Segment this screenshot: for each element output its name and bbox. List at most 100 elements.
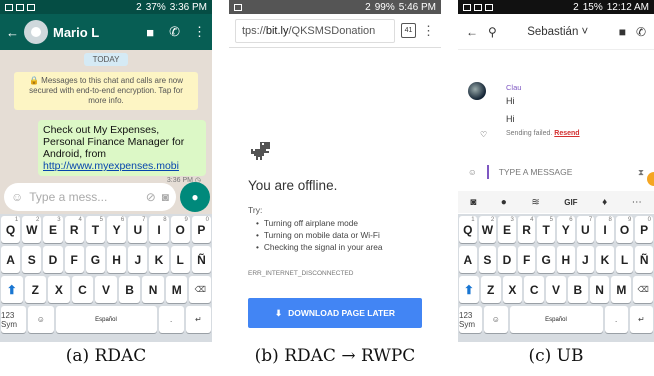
camera-icon[interactable]: ◙ (162, 190, 169, 204)
download-later-button[interactable]: ⬇ DOWNLOAD PAGE LATER (248, 298, 422, 328)
mic-button[interactable]: ● (180, 182, 210, 212)
key-h[interactable]: H (107, 246, 127, 273)
key-ñ[interactable]: Ñ (191, 246, 212, 273)
back-arrow-icon[interactable]: ← (466, 25, 478, 39)
key-q[interactable]: Q1 (0, 216, 21, 243)
key-r[interactable]: R4 (64, 216, 84, 243)
key-x[interactable]: X (48, 276, 70, 303)
search-icon[interactable]: ⚲ (488, 25, 497, 39)
back-arrow-icon[interactable]: ← (6, 25, 19, 40)
key-v[interactable]: V (546, 276, 566, 303)
key-p[interactable]: P0 (191, 216, 212, 243)
key-q[interactable]: Q1 (459, 216, 477, 243)
resend-link[interactable]: Resend (554, 130, 579, 137)
key-b[interactable]: B (118, 276, 141, 303)
key-s[interactable]: S (22, 246, 42, 273)
camera-icon[interactable]: ◙ (470, 197, 476, 208)
backspace-key[interactable]: ⌫ (633, 276, 654, 303)
space-key[interactable]: Español (509, 306, 603, 333)
key-c[interactable]: C (71, 276, 94, 303)
key-n[interactable]: N (142, 276, 164, 303)
emoji-icon[interactable]: ☺ (468, 167, 477, 177)
key-i[interactable]: I8 (596, 216, 614, 243)
overflow-menu-icon[interactable]: ⋮ (422, 23, 435, 39)
key-j[interactable]: J (576, 246, 595, 273)
video-call-icon[interactable]: ■ (146, 25, 154, 40)
period-key[interactable]: . (604, 306, 628, 333)
emoji-key[interactable]: ☺ (484, 306, 508, 333)
key-k[interactable]: K (149, 246, 169, 273)
key-l[interactable]: L (170, 246, 190, 273)
key-m[interactable]: M (165, 276, 188, 303)
more-icon[interactable]: ⋯ (632, 197, 642, 208)
key-a[interactable]: A (0, 246, 21, 273)
key-i[interactable]: I8 (149, 216, 169, 243)
tab-switcher-button[interactable]: 41 (401, 23, 416, 38)
key-a[interactable]: A (459, 246, 477, 273)
key-o[interactable]: O9 (170, 216, 190, 243)
space-key[interactable]: Español (55, 306, 157, 333)
symbols-key[interactable]: 123 Sym (459, 306, 483, 333)
shift-key[interactable]: ⬆ (0, 276, 23, 303)
key-u[interactable]: U7 (128, 216, 148, 243)
key-t[interactable]: T5 (85, 216, 105, 243)
send-button[interactable] (647, 172, 654, 186)
url-bar[interactable]: tps://bit.ly/QKSMSDonation (235, 18, 395, 43)
key-d[interactable]: D (498, 246, 516, 273)
backspace-key[interactable]: ⌫ (189, 276, 212, 303)
encryption-notice[interactable]: 🔒 Messages to this chat and calls are no… (14, 72, 198, 110)
phone-call-icon[interactable]: ✆ (169, 24, 180, 40)
phone-call-icon[interactable]: ✆ (636, 25, 646, 39)
key-ñ[interactable]: Ñ (635, 246, 653, 273)
key-w[interactable]: W2 (478, 216, 497, 243)
record-icon[interactable]: ● (501, 197, 507, 208)
key-v[interactable]: V (95, 276, 117, 303)
timer-icon[interactable]: ⧗ (638, 167, 644, 178)
key-t[interactable]: T5 (537, 216, 555, 243)
key-b[interactable]: B (567, 276, 588, 303)
key-w[interactable]: W2 (22, 216, 42, 243)
message-input[interactable]: ☺ Type a mess... ⊘ ◙ (4, 183, 176, 211)
key-p[interactable]: P0 (635, 216, 653, 243)
message-input[interactable]: ☺ TYPE A MESSAGE ⧗ (458, 160, 654, 184)
key-f[interactable]: F (64, 246, 84, 273)
key-h[interactable]: H (557, 246, 575, 273)
key-r[interactable]: R4 (517, 216, 536, 243)
period-key[interactable]: . (158, 306, 184, 333)
video-call-icon[interactable]: ■ (619, 25, 626, 39)
emoji-key[interactable]: ☺ (28, 306, 54, 333)
heart-icon[interactable]: ♡ (480, 130, 487, 139)
key-e[interactable]: E3 (43, 216, 63, 243)
sticker-icon[interactable]: ≋ (531, 197, 539, 208)
key-l[interactable]: L (615, 246, 634, 273)
emoji-icon[interactable]: ☺ (11, 190, 23, 204)
shift-key[interactable]: ⬆ (458, 276, 479, 303)
key-u[interactable]: U7 (576, 216, 595, 243)
enter-key[interactable]: ↵ (629, 306, 653, 333)
enter-key[interactable]: ↵ (185, 306, 211, 333)
contact-name[interactable]: Mario L (53, 25, 141, 40)
key-z[interactable]: Z (480, 276, 501, 303)
key-c[interactable]: C (524, 276, 545, 303)
mic-icon[interactable]: ♦ (602, 197, 607, 208)
sender-avatar[interactable] (468, 82, 486, 100)
overflow-menu-icon[interactable]: ⋮ (193, 24, 206, 40)
message-link[interactable]: http://www.myexpenses.mobi (43, 160, 179, 172)
attach-icon[interactable]: ⊘ (146, 190, 156, 204)
key-f[interactable]: F (517, 246, 536, 273)
key-k[interactable]: K (596, 246, 614, 273)
key-j[interactable]: J (128, 246, 148, 273)
message-bubble[interactable]: Check out My Expenses, Personal Finance … (38, 120, 206, 184)
key-y[interactable]: Y6 (557, 216, 575, 243)
key-z[interactable]: Z (24, 276, 47, 303)
key-g[interactable]: G (537, 246, 555, 273)
key-s[interactable]: S (478, 246, 497, 273)
key-n[interactable]: N (589, 276, 610, 303)
symbols-key[interactable]: 123 Sym (1, 306, 27, 333)
key-e[interactable]: E3 (498, 216, 516, 243)
key-m[interactable]: M (611, 276, 632, 303)
gif-button[interactable]: GIF (564, 198, 577, 207)
key-x[interactable]: X (502, 276, 523, 303)
key-d[interactable]: D (43, 246, 63, 273)
key-o[interactable]: O9 (615, 216, 634, 243)
